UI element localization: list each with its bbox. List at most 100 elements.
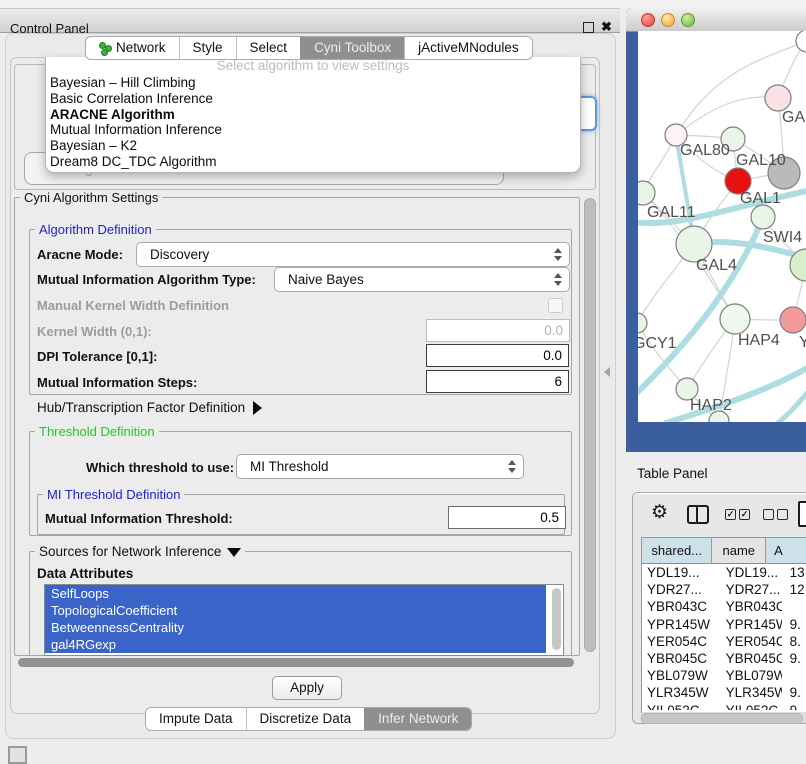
network-canvas[interactable]: GALGAL80GAL10GAL1GAL11SWI4GAL4GCY1HAP4YH… xyxy=(638,31,806,422)
table-row[interactable]: YBR045CYBR045C9. xyxy=(642,650,806,667)
tab-select[interactable]: Select xyxy=(236,37,301,59)
mac-zoom-icon[interactable] xyxy=(681,13,695,27)
node-label: GAL80 xyxy=(680,142,730,159)
data-attributes-label: Data Attributes xyxy=(37,566,133,581)
algorithm-option[interactable]: Bayesian – K2 xyxy=(46,138,580,154)
page-icon[interactable] xyxy=(798,501,806,527)
table-row[interactable]: YIL052CYIL052C9 xyxy=(642,702,806,711)
node-label: HAP4 xyxy=(738,332,780,349)
control-panel-tabs: NetworkStyleSelectCyni ToolboxjActiveMNo… xyxy=(85,36,533,60)
kernel-width-field[interactable]: 0.0 xyxy=(426,319,570,342)
threshold-definition-title: Threshold Definition xyxy=(35,424,159,439)
table-horizontal-scrollbar[interactable] xyxy=(639,712,806,723)
network-window-titlebar[interactable] xyxy=(626,8,806,32)
checkbox-unchecked-icon[interactable] xyxy=(763,509,774,520)
split-divider-arrow-icon[interactable] xyxy=(604,367,610,377)
spinner-arrows-icon xyxy=(553,272,562,287)
algorithm-option[interactable]: Basic Correlation Inference xyxy=(46,91,580,107)
mi-algorithm-type-select[interactable]: Naive Bayes xyxy=(274,267,570,292)
tab-discretize-data[interactable]: Discretize Data xyxy=(246,708,365,730)
node-label: GAL10 xyxy=(736,152,786,169)
control-panel-titlebar: Control Panel ✖ xyxy=(0,8,620,33)
checkbox-checked-icon[interactable]: ✓ xyxy=(739,509,750,520)
node-label: Y xyxy=(799,334,806,351)
table-row[interactable]: YPR145WYPR145W9. xyxy=(642,616,806,633)
algorithm-option[interactable]: Dream8 DC_TDC Algorithm xyxy=(46,154,580,170)
spinner-arrows-icon xyxy=(507,459,516,474)
network-node[interactable] xyxy=(751,205,775,229)
node-label: GAL xyxy=(782,109,806,126)
network-icon xyxy=(99,42,111,54)
mac-minimize-icon[interactable] xyxy=(661,13,675,27)
algorithm-dropdown-items: Bayesian – Hill ClimbingBasic Correlatio… xyxy=(46,75,580,170)
mac-close-icon[interactable] xyxy=(641,13,655,27)
dpi-tolerance-label: DPI Tolerance [0,1]: xyxy=(37,349,157,364)
table-body: YDL19...YDL19...13YDR27...YDR27...12YBR0… xyxy=(642,564,806,710)
tab-infer-network[interactable]: Infer Network xyxy=(364,708,471,730)
gear-icon[interactable]: ⚙ xyxy=(651,501,668,524)
column-header[interactable]: shared... xyxy=(642,538,712,564)
which-threshold-select[interactable]: MI Threshold xyxy=(236,454,524,479)
network-node[interactable] xyxy=(765,85,791,111)
settings-horizontal-scrollbar[interactable] xyxy=(16,658,578,668)
checkbox-unchecked-icon[interactable] xyxy=(777,509,788,520)
node-label: SWI4 xyxy=(763,229,802,246)
manual-kernel-checkbox[interactable] xyxy=(548,298,563,313)
tab-cyni-toolbox[interactable]: Cyni Toolbox xyxy=(300,37,404,59)
column-header[interactable]: name xyxy=(712,538,766,564)
panel-corner-button[interactable] xyxy=(8,746,27,764)
float-window-icon[interactable] xyxy=(583,22,594,33)
table-row[interactable]: YLR345WYLR345W9. xyxy=(642,684,806,701)
mi-steps-field[interactable]: 6 xyxy=(426,370,569,393)
table-row[interactable]: YBR043CYBR043C xyxy=(642,598,806,615)
checkbox-checked-icon[interactable]: ✓ xyxy=(725,509,736,520)
aracne-mode-select[interactable]: Discovery xyxy=(136,242,570,267)
network-view-window[interactable]: GALGAL80GAL10GAL1GAL11SWI4GAL4GCY1HAP4YH… xyxy=(626,8,806,452)
tab-impute-data[interactable]: Impute Data xyxy=(146,708,246,730)
columns-icon[interactable] xyxy=(687,505,709,524)
network-node[interactable] xyxy=(720,304,750,334)
aracne-mode-label: Aracne Mode: xyxy=(37,247,123,262)
table-row[interactable]: YBL079WYBL079W xyxy=(642,667,806,684)
algorithm-definition-title: Algorithm Definition xyxy=(35,222,156,237)
mi-threshold-label: Mutual Information Threshold: xyxy=(45,511,233,526)
cyni-bottom-tabs: Impute DataDiscretize DataInfer Network xyxy=(145,707,472,731)
manual-kernel-label: Manual Kernel Width Definition xyxy=(37,298,229,313)
mi-steps-label: Mutual Information Steps: xyxy=(37,375,197,390)
mi-type-label: Mutual Information Algorithm Type: xyxy=(37,272,256,287)
kernel-width-label: Kernel Width (0,1): xyxy=(37,324,152,339)
algorithm-option[interactable]: Bayesian – Hill Climbing xyxy=(46,75,580,91)
table-panel: ⚙ ✓ ✓ shared...nameA YDL19...YDL19...13Y… xyxy=(632,492,806,724)
table-header-row: shared...nameA xyxy=(642,538,806,564)
column-header[interactable]: A xyxy=(766,538,806,564)
spinner-arrows-icon xyxy=(553,247,562,262)
tab-network[interactable]: Network xyxy=(86,37,179,59)
data-attributes-list[interactable]: SelfLoopsTopologicalCoefficientBetweenne… xyxy=(44,584,564,656)
algorithm-option[interactable]: ARACNE Algorithm xyxy=(46,107,580,123)
attribute-item[interactable]: gal4RGexp xyxy=(45,636,546,653)
table-row[interactable]: YDL19...YDL19...13 xyxy=(642,564,806,581)
settings-vertical-scrollbar[interactable] xyxy=(583,198,595,654)
algorithm-option[interactable]: Mutual Information Inference xyxy=(46,122,580,138)
list-scrollbar-thumb[interactable] xyxy=(552,588,561,650)
node-table[interactable]: shared...nameA YDL19...YDL19...13YDR27..… xyxy=(641,537,806,721)
tab-jactivemnodules[interactable]: jActiveMNodules xyxy=(404,37,532,59)
mi-threshold-group-title: MI Threshold Definition xyxy=(43,487,184,502)
hub-definition-toggle[interactable]: Hub/Transcription Factor Definition xyxy=(37,400,262,415)
node-label: GAL4 xyxy=(696,257,737,274)
tab-style[interactable]: Style xyxy=(179,37,236,59)
dpi-tolerance-field[interactable]: 0.0 xyxy=(426,344,569,367)
table-row[interactable]: YDR27...YDR27...12 xyxy=(642,581,806,598)
apply-button[interactable]: Apply xyxy=(272,676,342,700)
attribute-item[interactable]: SelfLoops xyxy=(45,585,546,602)
app-top-strip xyxy=(0,0,806,8)
mi-threshold-field[interactable]: 0.5 xyxy=(448,506,566,529)
network-node[interactable] xyxy=(780,307,806,333)
node-label: HAP2 xyxy=(690,397,732,414)
sources-group-title[interactable]: Sources for Network Inference xyxy=(35,544,245,559)
attribute-item[interactable]: BetweennessCentrality xyxy=(45,619,546,636)
attribute-item[interactable]: TopologicalCoefficient xyxy=(45,602,546,619)
table-row[interactable]: YER054CYER054C8. xyxy=(642,633,806,650)
table-panel-title: Table Panel xyxy=(637,466,708,481)
algorithm-dropdown-list: Select algorithm to view settings Bayesi… xyxy=(45,57,581,173)
